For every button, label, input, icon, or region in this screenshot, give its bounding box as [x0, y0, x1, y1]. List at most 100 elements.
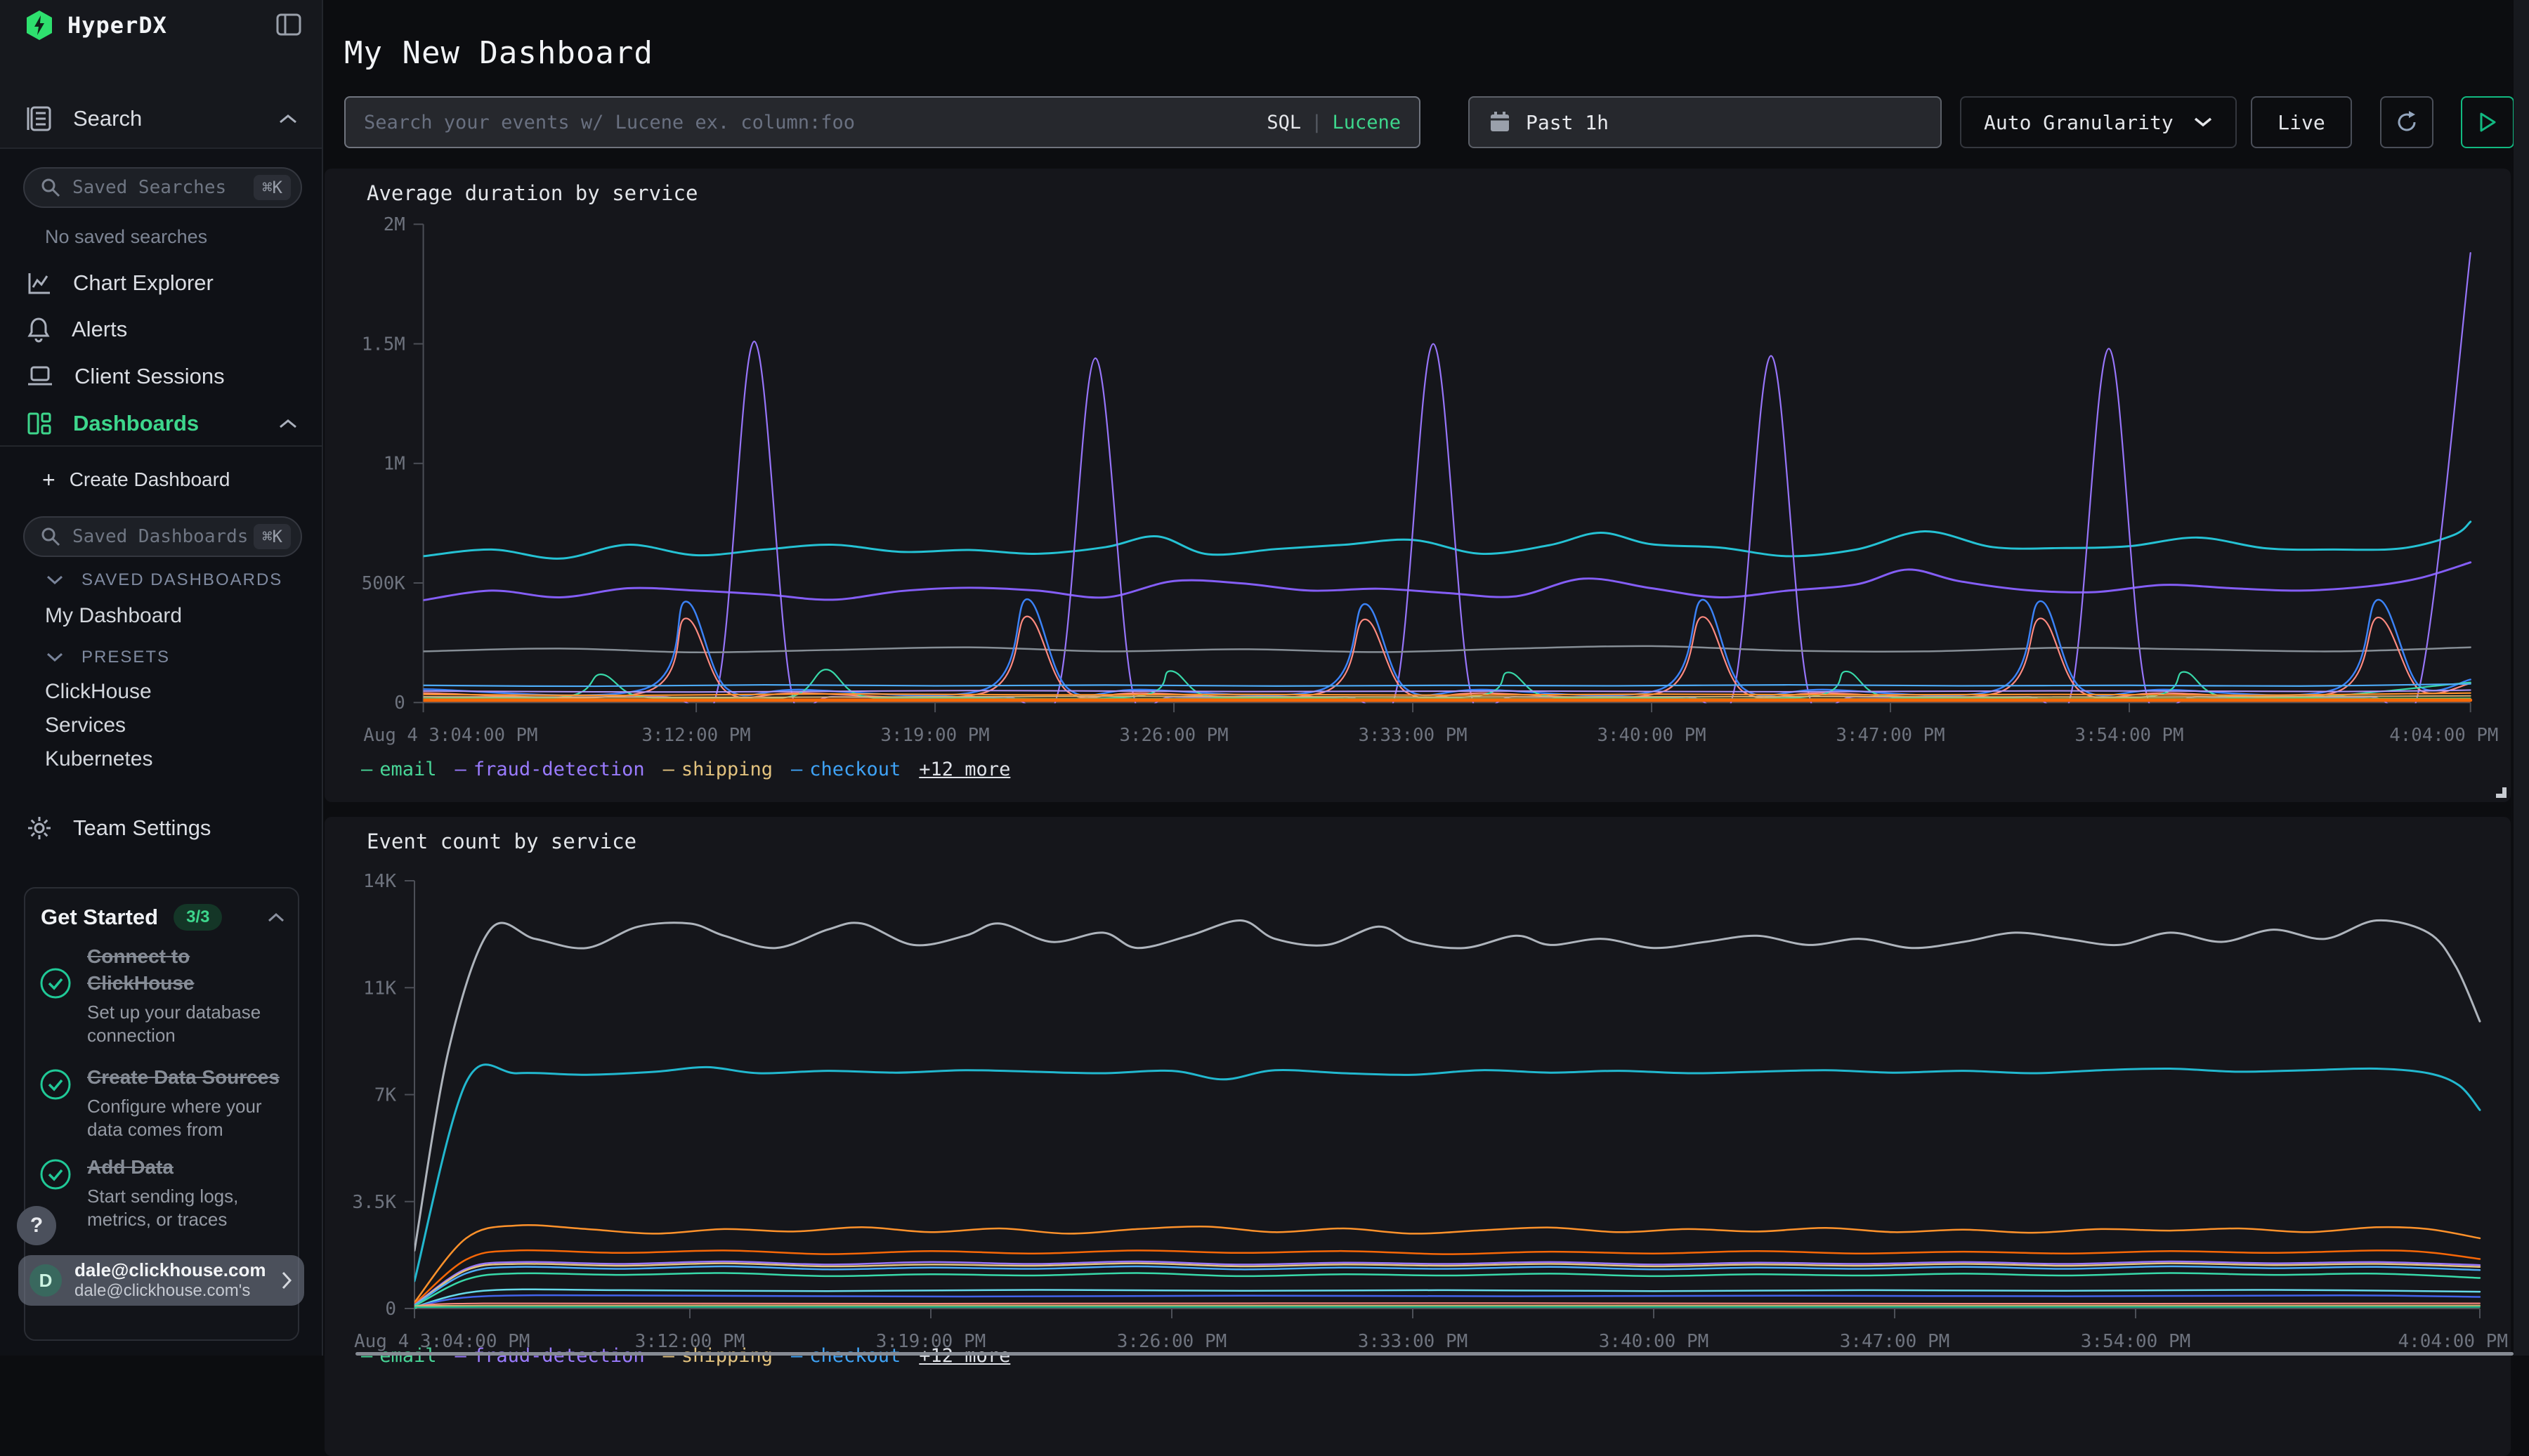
get-started-title: Get Started: [41, 905, 158, 930]
legend-more-link[interactable]: +12 more: [919, 759, 1010, 780]
create-dashboard-button[interactable]: + Create Dashboard: [0, 458, 322, 501]
no-saved-searches-note: No saved searches: [45, 226, 207, 248]
plus-icon: +: [42, 467, 55, 493]
search-icon: [40, 526, 61, 547]
svg-text:0: 0: [385, 1299, 396, 1320]
bell-icon: [27, 316, 51, 343]
presets-group-header[interactable]: PRESETS: [46, 648, 170, 667]
time-range-picker[interactable]: Past 1h: [1468, 96, 1942, 148]
shortcut-badge: ⌘K: [254, 524, 291, 549]
user-menu[interactable]: D dale@clickhouse.com dale@clickhouse.co…: [18, 1255, 304, 1306]
legend-item-fraud-detection[interactable]: —fraud-detection: [455, 1345, 645, 1367]
svg-text:3:47:00 PM: 3:47:00 PM: [1840, 1331, 1950, 1352]
preset-dashboard-clickhouse[interactable]: ClickHouse: [45, 680, 152, 704]
sidebar: HyperDX Search Saved Searches ⌘K No save…: [0, 0, 323, 1356]
live-label: Live: [2278, 111, 2325, 134]
chevron-up-icon[interactable]: [267, 912, 285, 923]
legend-item-checkout[interactable]: —checkout: [791, 1345, 901, 1367]
chevron-down-icon: [2193, 117, 2213, 128]
svg-text:3:54:00 PM: 3:54:00 PM: [2081, 1331, 2191, 1352]
search-input[interactable]: [364, 112, 1267, 133]
vertical-scrollbar-track[interactable]: [2514, 0, 2529, 1356]
svg-text:3:12:00 PM: 3:12:00 PM: [642, 725, 751, 746]
help-button[interactable]: ?: [17, 1206, 56, 1245]
sidebar-item-search[interactable]: Search: [0, 97, 322, 140]
get-started-item-desc: Start sending logs, metrics, or traces: [87, 1185, 287, 1232]
svg-text:3:40:00 PM: 3:40:00 PM: [1597, 725, 1706, 746]
app-logo[interactable]: HyperDX: [25, 10, 167, 41]
svg-text:11K: 11K: [363, 978, 396, 999]
create-dashboard-label: Create Dashboard: [70, 468, 230, 491]
svg-text:3.5K: 3.5K: [352, 1192, 396, 1213]
sidebar-item-client-sessions[interactable]: Client Sessions: [0, 355, 322, 398]
sidebar-item-label: Chart Explorer: [73, 270, 214, 296]
svg-text:3:19:00 PM: 3:19:00 PM: [881, 725, 990, 746]
sidebar-item-label: Team Settings: [73, 815, 211, 841]
chart-axes: [414, 224, 2471, 712]
axis-tick-labels: 03.5K7K11K14KAug 4 3:04:00 PM3:12:00 PM3…: [352, 871, 2508, 1352]
saved-dashboards-input[interactable]: Saved Dashboards ⌘K: [23, 516, 302, 557]
legend-more-link[interactable]: +12 more: [919, 1345, 1010, 1367]
chart-legend: —email —fraud-detection —shipping —checkout…: [361, 759, 1010, 780]
preset-dashboard-services[interactable]: Services: [45, 714, 126, 737]
svg-text:4:04:00 PM: 4:04:00 PM: [2398, 1331, 2508, 1352]
sidebar-collapse-icon[interactable]: [275, 11, 302, 38]
get-started-item[interactable]: Add Data Start sending logs, metrics, or …: [39, 1154, 287, 1231]
app-root: HyperDX Search Saved Searches ⌘K No save…: [0, 0, 2529, 1356]
gear-icon: [27, 815, 52, 841]
svg-text:1.5M: 1.5M: [362, 334, 405, 355]
svg-text:4:04:00 PM: 4:04:00 PM: [2389, 725, 2498, 746]
svg-text:7K: 7K: [374, 1085, 397, 1106]
refresh-icon: [2394, 110, 2419, 135]
legend-item-checkout[interactable]: —checkout: [791, 759, 901, 780]
live-button[interactable]: Live: [2251, 96, 2352, 148]
horizontal-scrollbar[interactable]: [355, 1352, 2514, 1356]
saved-searches-placeholder: Saved Searches: [72, 177, 254, 198]
lucene-language-toggle[interactable]: Lucene: [1332, 112, 1401, 133]
run-query-button[interactable]: [2461, 96, 2514, 148]
legend-item-shipping[interactable]: —shipping: [663, 759, 773, 780]
series-gray-mid: [424, 646, 2471, 652]
chevron-up-icon: [278, 418, 298, 429]
sidebar-item-label: Alerts: [72, 317, 127, 342]
series-gray-top: [414, 920, 2480, 1250]
sidebar-item-chart-explorer[interactable]: Chart Explorer: [0, 261, 322, 305]
series-cyan-main: [424, 522, 2471, 559]
legend-item-email[interactable]: —email: [361, 1345, 437, 1367]
chart-legend: —email —fraud-detection —shipping —checkout…: [361, 1345, 1010, 1367]
granularity-dropdown[interactable]: Auto Granularity: [1960, 96, 2237, 148]
saved-dashboard-my-dashboard[interactable]: My Dashboard: [45, 604, 182, 628]
get-started-item-title: Create Data Sources: [87, 1064, 287, 1091]
avatar: D: [30, 1264, 62, 1297]
get-started-progress-badge: 3/3: [174, 904, 222, 931]
svg-text:14K: 14K: [363, 871, 396, 892]
panel-resize-handle[interactable]: [2496, 787, 2507, 798]
svg-text:3:33:00 PM: 3:33:00 PM: [1358, 1331, 1468, 1352]
svg-text:2M: 2M: [384, 214, 405, 235]
saved-searches-input[interactable]: Saved Searches ⌘K: [23, 167, 302, 208]
get-started-item-title: Add Data: [87, 1154, 287, 1181]
event-search-bar[interactable]: SQL | Lucene: [344, 96, 1420, 148]
sql-language-toggle[interactable]: SQL: [1267, 112, 1301, 133]
sidebar-item-label: Search: [73, 106, 142, 131]
legend-item-shipping[interactable]: —shipping: [663, 1345, 773, 1367]
get-started-item[interactable]: Create Data Sources Configure where your …: [39, 1064, 287, 1141]
axis-tick-labels: 0500K1M1.5M2MAug 4 3:04:00 PM3:12:00 PM3…: [362, 214, 2499, 746]
svg-text:500K: 500K: [362, 573, 406, 594]
svg-text:3:40:00 PM: 3:40:00 PM: [1599, 1331, 1709, 1352]
refresh-button[interactable]: [2380, 96, 2433, 148]
sidebar-item-alerts[interactable]: Alerts: [0, 308, 322, 351]
legend-item-email[interactable]: —email: [361, 759, 437, 780]
preset-dashboard-kubernetes[interactable]: Kubernetes: [45, 747, 152, 771]
get-started-item-desc: Configure where your data comes from: [87, 1095, 287, 1142]
saved-dashboards-group-header[interactable]: SAVED DASHBOARDS: [46, 570, 282, 590]
sidebar-item-dashboards[interactable]: Dashboards: [0, 402, 322, 445]
legend-item-fraud-detection[interactable]: —fraud-detection: [455, 759, 645, 780]
duration-chart-plot[interactable]: 0500K1M1.5M2MAug 4 3:04:00 PM3:12:00 PM3…: [325, 169, 2511, 802]
check-circle-icon: [39, 1064, 72, 1141]
search-icon: [40, 177, 61, 198]
get-started-item[interactable]: Connect to ClickHouseSet up your databas…: [39, 943, 287, 1047]
sidebar-item-team-settings[interactable]: Team Settings: [0, 806, 322, 850]
get-started-item-title: Connect to ClickHouse: [87, 943, 287, 997]
series-lightblue-flat: [424, 684, 2471, 686]
